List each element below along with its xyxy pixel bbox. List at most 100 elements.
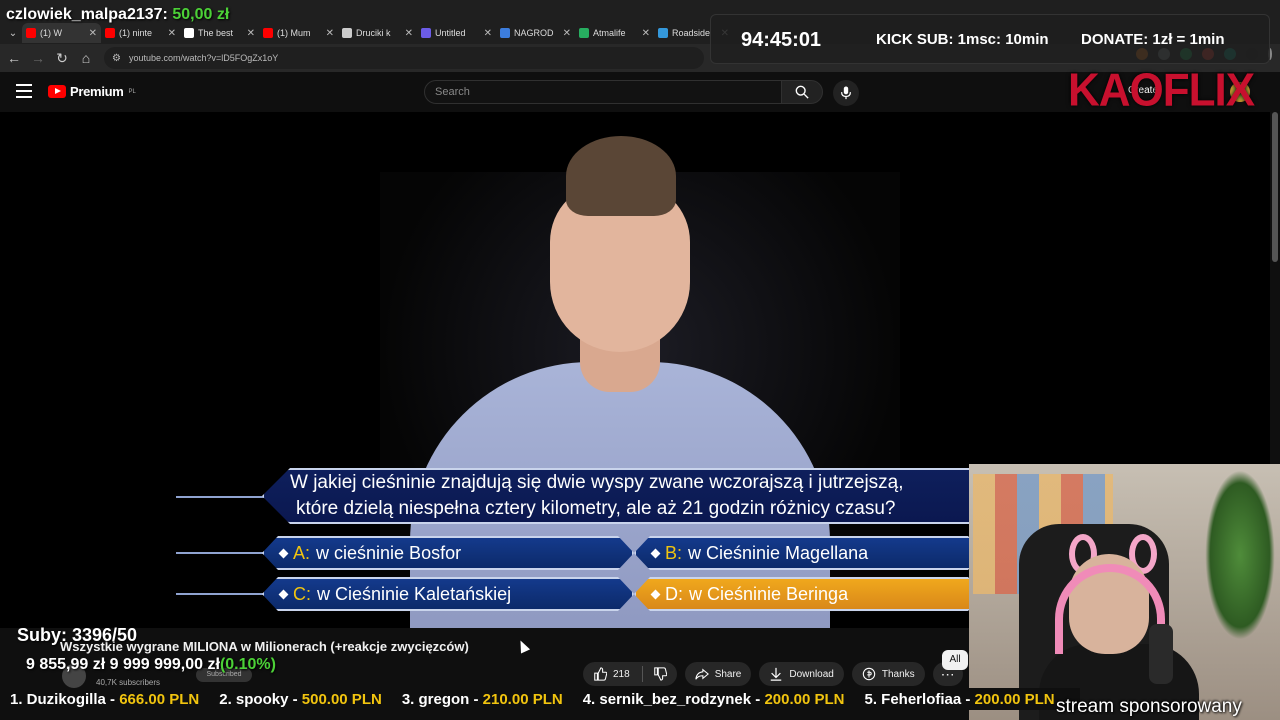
like-count: 218 xyxy=(613,668,630,680)
ticker-amount: 200.00 PLN xyxy=(974,690,1055,708)
question-line-2: które dzielą niespełna cztery kilometry,… xyxy=(296,498,896,519)
close-tab-icon[interactable]: ✕ xyxy=(168,28,176,39)
search-button[interactable] xyxy=(781,80,823,104)
tab-label: (1) W xyxy=(40,28,62,38)
close-tab-icon[interactable]: ✕ xyxy=(563,28,571,39)
back-icon[interactable]: ← xyxy=(2,46,26,70)
url-text: youtube.com/watch?v=lD5FOgZx1oY xyxy=(128,53,279,63)
ticker-amount: 666.00 PLN xyxy=(119,690,200,708)
ticker-donor: 2. spooky - xyxy=(219,690,302,708)
goal-percent: (0.10%) xyxy=(219,656,276,673)
close-tab-icon[interactable]: ✕ xyxy=(484,28,492,39)
filter-chip-all[interactable]: All xyxy=(942,650,968,670)
answer-letter: C: xyxy=(293,583,311,604)
close-tab-icon[interactable]: ✕ xyxy=(247,28,255,39)
last-donor: czlowiek_malpa2137: 50,00 zł xyxy=(6,6,229,24)
top-donors-ticker: 1. Duzikogilla - 666.00 PLN 2. spooky - … xyxy=(0,688,1080,710)
subscriber-count: 40,7K subscribers xyxy=(96,678,161,687)
download-icon xyxy=(771,667,782,681)
like-button[interactable]: 218 xyxy=(583,662,677,686)
sponsored-label: stream sponsorowany xyxy=(1056,696,1242,717)
site-tab-icon xyxy=(184,28,194,38)
tab[interactable]: (1) ninte ✕ xyxy=(101,23,180,43)
ticker-donor: 5. Feherlofiaa - xyxy=(864,690,975,708)
subathon-timer: 94:45:01 xyxy=(741,29,822,51)
thumbs-down-icon[interactable] xyxy=(653,667,667,681)
sub-counter: Suby: 3396/50 xyxy=(17,625,138,645)
donation-goal: 9 855,99 zł 9 999 999,00 zł(0.10%) xyxy=(26,656,276,674)
close-tab-icon[interactable]: ✕ xyxy=(642,28,650,39)
like-divider xyxy=(641,666,643,682)
close-tab-icon[interactable]: ✕ xyxy=(326,28,334,39)
ticker-amount: 200.00 PLN xyxy=(764,690,845,708)
donor-name: czlowiek_malpa2137: xyxy=(6,6,168,23)
youtube-logo[interactable]: Premium PL xyxy=(48,84,136,99)
contestant-hair xyxy=(566,136,676,216)
answer-text: w Cieśninie Magellana xyxy=(688,542,869,563)
site-settings-icon[interactable]: ⚙ xyxy=(112,53,121,64)
kick-sub-rate: KICK SUB: 1msc: 10min xyxy=(876,31,1049,48)
video-actions: 218 Share Download Thanks ⋯ xyxy=(583,662,963,686)
share-button[interactable]: Share xyxy=(684,662,752,686)
site-tab-icon xyxy=(500,28,510,38)
streamer-microphone xyxy=(1149,624,1173,684)
tab[interactable]: Atmalife ✕ xyxy=(575,23,654,43)
tab-label: (1) Mum xyxy=(277,28,311,38)
tab[interactable]: NAGROD ✕ xyxy=(496,23,575,43)
tab-label: Druciki k xyxy=(356,28,391,38)
tab[interactable]: (1) W ✕ xyxy=(22,23,101,43)
tab[interactable]: (1) Mum ✕ xyxy=(259,23,338,43)
tab-search-icon[interactable]: ⌄ xyxy=(4,24,22,42)
ticker-item: 4. sernik_bez_rodzynek - 200.00 PLN xyxy=(583,691,845,708)
thanks-button[interactable]: Thanks xyxy=(851,662,925,686)
answer-letter: D: xyxy=(665,583,683,604)
forward-icon[interactable]: → xyxy=(26,46,50,70)
tab-label: The best xyxy=(198,28,234,38)
tab-label: (1) ninte xyxy=(119,28,153,38)
diamond-icon xyxy=(651,589,661,599)
ticker-donor: 3. gregon - xyxy=(401,690,483,708)
tab-label: Atmalife xyxy=(593,28,626,38)
ticker-item: 2. spooky - 500.00 PLN xyxy=(219,691,382,708)
tab[interactable]: Druciki k ✕ xyxy=(338,23,417,43)
streamer-webcam xyxy=(969,464,1280,720)
goal-total: 9 999 999,00 zł xyxy=(109,656,220,673)
kaoflix-logo: KAOFLIX xyxy=(1068,64,1255,117)
webcam-plant xyxy=(1205,470,1275,640)
answer-b: B: w Cieśninie Magellana xyxy=(634,536,984,570)
tab[interactable]: The best ✕ xyxy=(180,23,259,43)
diamond-icon xyxy=(279,589,289,599)
tab[interactable]: Untitled ✕ xyxy=(417,23,496,43)
youtube-play-icon xyxy=(48,85,66,98)
site-tab-icon xyxy=(579,28,589,38)
close-tab-icon[interactable]: ✕ xyxy=(405,28,413,39)
tab-strip: ⌄ (1) W ✕ (1) ninte ✕ The best ✕ (1) Mum ✕ D… xyxy=(0,22,733,44)
answer-text: w Cieśninie Kaletańskiej xyxy=(317,583,512,604)
donate-rate: DONATE: 1zł = 1min xyxy=(1081,31,1225,48)
home-icon[interactable]: ⌂ xyxy=(74,46,98,70)
answer-text: w cieśninie Bosfor xyxy=(316,542,462,563)
more-icon: ⋯ xyxy=(940,666,955,682)
download-button[interactable]: Download xyxy=(759,662,844,686)
youtube-tab-icon xyxy=(105,28,115,38)
scrollbar-thumb[interactable] xyxy=(1272,112,1278,262)
answer-letter: A: xyxy=(293,542,311,563)
subathon-panel: 94:45:01 KICK SUB: 1msc: 10min DONATE: 1… xyxy=(710,14,1270,64)
share-label: Share xyxy=(714,668,742,680)
ticker-amount: 500.00 PLN xyxy=(301,690,382,708)
search-input[interactable]: Search xyxy=(424,80,782,104)
site-tab-icon xyxy=(658,28,668,38)
url-field[interactable]: ⚙ youtube.com/watch?v=lD5FOgZx1oY xyxy=(104,47,704,69)
hamburger-menu-icon[interactable] xyxy=(16,84,32,98)
thumbs-up-icon xyxy=(594,667,607,681)
thanks-label: Thanks xyxy=(881,668,915,680)
voice-search-button[interactable] xyxy=(833,80,859,106)
close-tab-icon[interactable]: ✕ xyxy=(89,28,97,39)
ticker-item: 5. Feherlofiaa - 200.00 PLN xyxy=(865,691,1055,708)
logo-text: Premium xyxy=(70,84,124,99)
donor-amount: 50,00 zł xyxy=(172,6,230,23)
diamond-icon xyxy=(651,548,661,558)
reload-icon[interactable]: ↻ xyxy=(50,46,74,70)
question-line-1: W jakiej cieśninie znajdują się dwie wys… xyxy=(290,472,904,493)
youtube-tab-icon xyxy=(263,28,273,38)
